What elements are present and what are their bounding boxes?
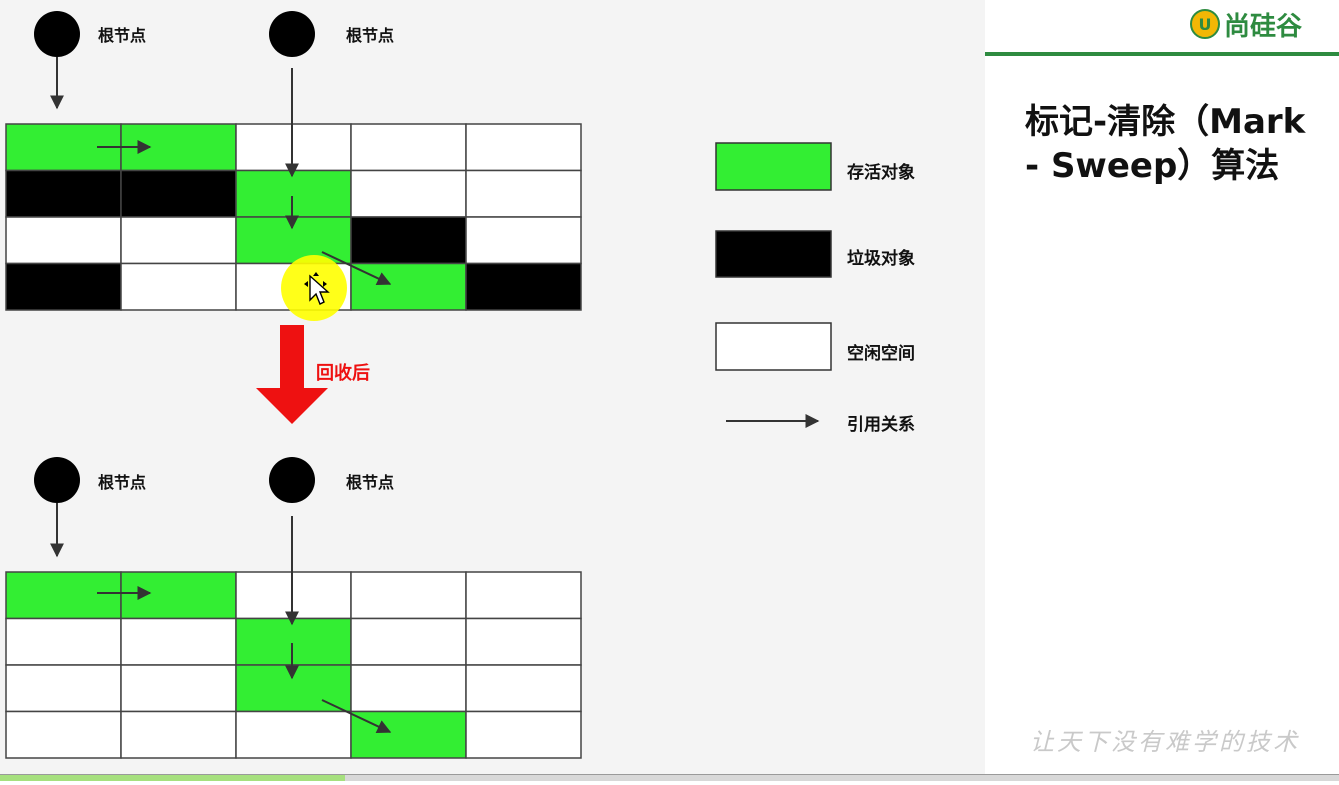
heap-cell-free bbox=[350, 617, 467, 666]
heap-cell-free bbox=[350, 664, 467, 713]
heap-cell-live bbox=[235, 169, 352, 218]
heap-cell-garbage bbox=[5, 262, 122, 311]
header-divider bbox=[985, 52, 1339, 56]
legend-garbage-label: 垃圾对象 bbox=[847, 248, 915, 269]
heap-cell-live bbox=[350, 262, 467, 311]
slide-title-line-2: - Sweep）算法 bbox=[1025, 146, 1280, 186]
heap-cell-free bbox=[5, 710, 122, 759]
heap-cell-live bbox=[350, 710, 467, 759]
heap-cell-garbage bbox=[350, 216, 467, 265]
heap-cell-live bbox=[5, 571, 122, 620]
root-node-2 bbox=[269, 11, 315, 57]
legend-reference-label: 引用关系 bbox=[847, 414, 915, 435]
heap-cell-garbage bbox=[465, 262, 582, 311]
heap-cell-free bbox=[120, 216, 237, 265]
heap-cell-free bbox=[235, 123, 352, 172]
heap-cell-garbage bbox=[5, 169, 122, 218]
progress-fill bbox=[0, 775, 345, 781]
slide-panel: U 尚硅谷 标记-清除（Mark - Sweep）算法 让天下没有难学的技术 bbox=[985, 0, 1339, 781]
after-gc-label: 回收后 bbox=[316, 362, 370, 384]
heap-cell-free bbox=[465, 664, 582, 713]
heap-cell-free bbox=[5, 617, 122, 666]
heap-cell-free bbox=[465, 169, 582, 218]
slogan: 让天下没有难学的技术 bbox=[1030, 728, 1300, 756]
player-progress-bar[interactable] bbox=[0, 774, 1339, 781]
legend-garbage-swatch bbox=[715, 230, 832, 278]
root-node-1 bbox=[34, 11, 80, 57]
heap-cell-free bbox=[120, 664, 237, 713]
heap-cell-free bbox=[350, 571, 467, 620]
heap-cell-free bbox=[235, 710, 352, 759]
heap-cell-free bbox=[120, 262, 237, 311]
legend-free-swatch bbox=[715, 322, 832, 371]
root-node-1 bbox=[34, 457, 80, 503]
heap-cell-live bbox=[120, 571, 237, 620]
heap-cell-free bbox=[465, 710, 582, 759]
brand-name: 尚硅谷 bbox=[1224, 11, 1303, 42]
heap-cell-live bbox=[235, 617, 352, 666]
heap-cell-garbage bbox=[120, 169, 237, 218]
heap-cell-free bbox=[465, 571, 582, 620]
slide-title: 标记-清除（Mark - Sweep）算法 bbox=[1025, 100, 1335, 188]
heap-cell-free bbox=[350, 169, 467, 218]
brand-logo-icon: U bbox=[1190, 9, 1220, 39]
root-node-label: 根节点 bbox=[346, 473, 394, 492]
brand-logo: U 尚硅谷 bbox=[1190, 4, 1302, 44]
root-node-label: 根节点 bbox=[98, 473, 146, 492]
heap-cell-free bbox=[465, 216, 582, 265]
legend-live-label: 存活对象 bbox=[847, 162, 915, 183]
heap-cell-free bbox=[235, 571, 352, 620]
heap-cell-free bbox=[465, 617, 582, 666]
root-node-2 bbox=[269, 457, 315, 503]
heap-cell-free bbox=[465, 123, 582, 172]
heap-cell-free bbox=[5, 664, 122, 713]
diagram-canvas: 根节点 根节点 回收后 根节点 根节点 存活对象 垃圾对象 空闲空间 引用关系 bbox=[0, 0, 985, 781]
legend-live-swatch bbox=[715, 142, 832, 191]
heap-cell-free bbox=[120, 710, 237, 759]
root-node-label: 根节点 bbox=[346, 26, 394, 45]
heap-cell-free bbox=[5, 216, 122, 265]
slide-title-line-1: 标记-清除（Mark bbox=[1025, 102, 1306, 142]
heap-cell-free bbox=[350, 123, 467, 172]
legend-free-label: 空闲空间 bbox=[847, 343, 915, 364]
heap-grid-after bbox=[5, 571, 582, 759]
heap-cell-free bbox=[120, 617, 237, 666]
root-node-label: 根节点 bbox=[98, 26, 146, 45]
mark-sweep-diagram: 根节点 根节点 回收后 根节点 根节点 存活对象 垃圾对象 空闲空间 引用关系 bbox=[5, 11, 915, 759]
